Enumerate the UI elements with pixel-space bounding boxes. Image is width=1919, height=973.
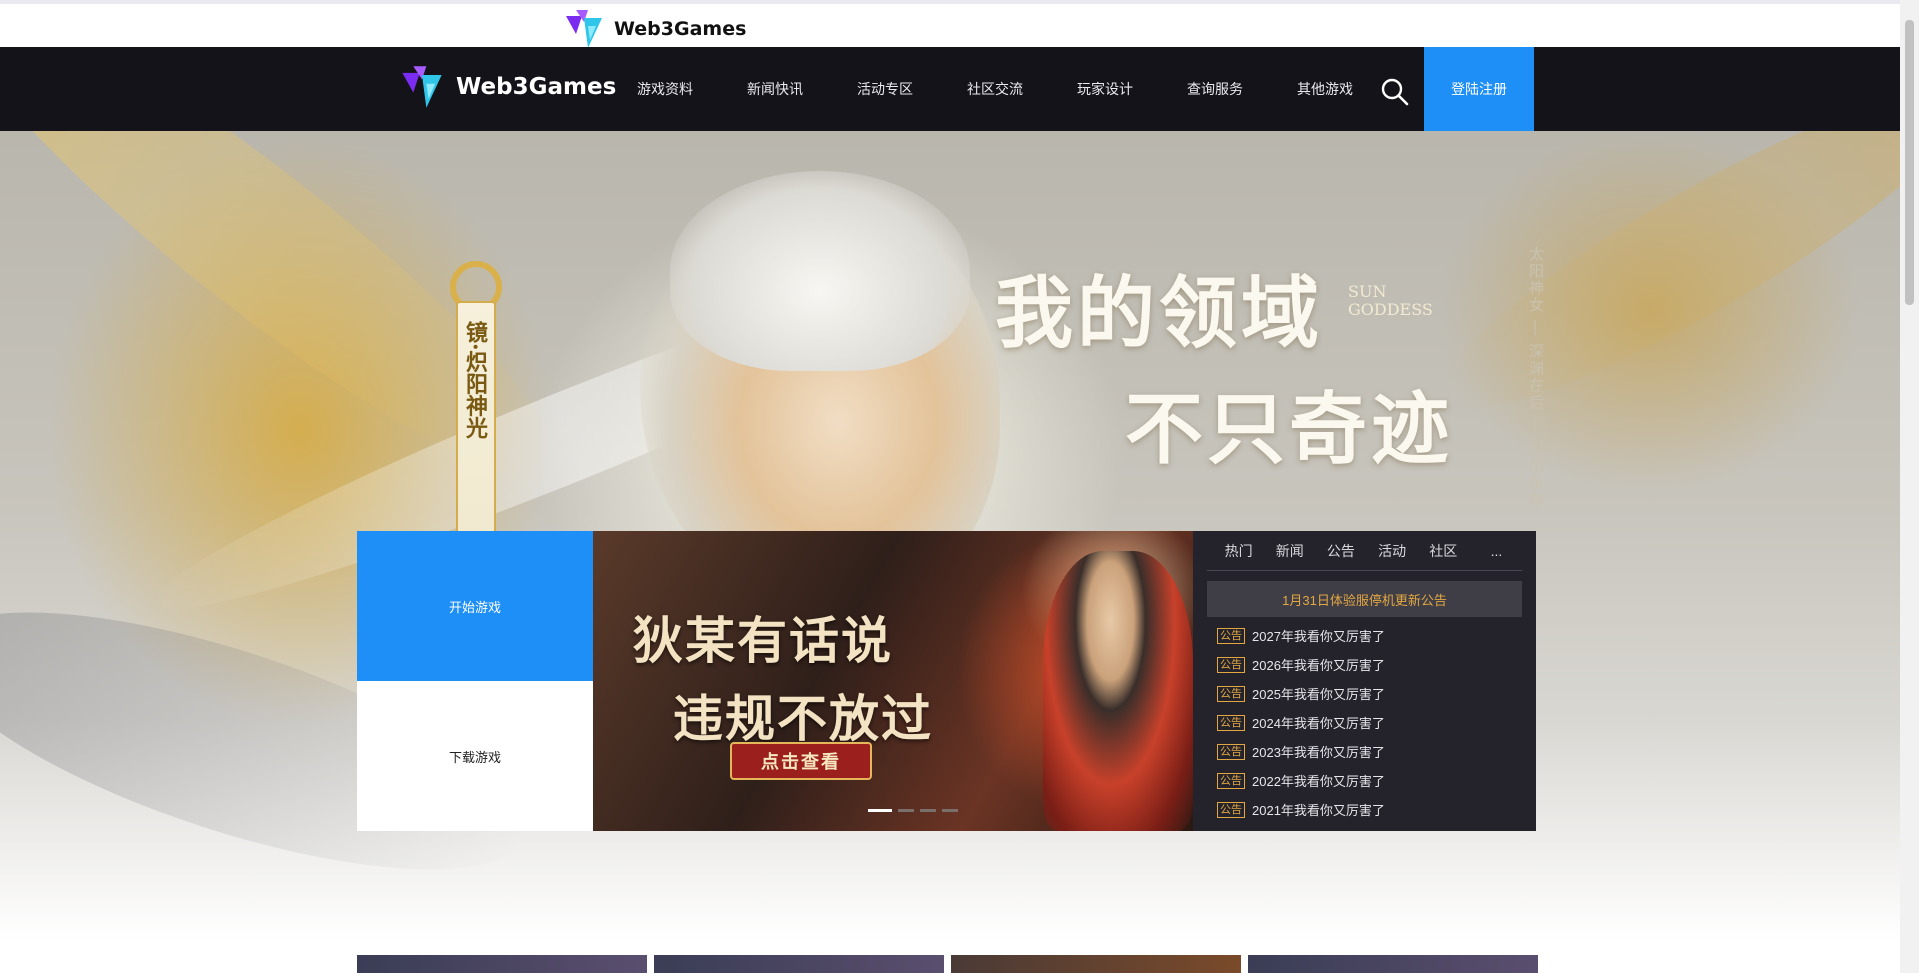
sun-goddess-label: SUN GODDESS xyxy=(1348,282,1433,319)
top-brand-name: Web3Games xyxy=(614,18,747,40)
nav-item-community[interactable]: 社区交流 xyxy=(940,79,1050,99)
nav-item-other-games[interactable]: 其他游戏 xyxy=(1270,79,1380,99)
hero-slogan-line2: 不只奇迹 xyxy=(1125,384,1454,475)
tab-news[interactable]: 新闻 xyxy=(1264,541,1315,561)
news-headline[interactable]: 1月31日体验服停机更新公告 xyxy=(1207,581,1522,617)
announcement-badge: 公告 xyxy=(1217,627,1245,644)
main-navbar: Web3Games 游戏资料 新闻快讯 活动专区 社区交流 玩家设计 查询服务 … xyxy=(0,47,1900,131)
top-brand[interactable]: Web3Games xyxy=(562,8,746,50)
carousel-dot[interactable] xyxy=(920,809,936,812)
news-item[interactable]: 公告 2022年我看你又厉害了 xyxy=(1207,766,1522,795)
hero-light-streak xyxy=(1410,131,1900,453)
scrollbar-thumb[interactable] xyxy=(1905,20,1914,305)
carousel-title-line1: 狄某有话说 xyxy=(633,611,893,670)
announcement-badge: 公告 xyxy=(1217,685,1245,702)
page-scrollbar[interactable] xyxy=(1900,0,1919,973)
tab-events[interactable]: 活动 xyxy=(1367,541,1418,561)
announcement-badge: 公告 xyxy=(1217,772,1245,789)
carousel-view-button[interactable]: 点击查看 xyxy=(730,742,872,780)
game-thumbnail[interactable] xyxy=(654,955,944,973)
news-list: 公告 2027年我看你又厉害了 公告 2026年我看你又厉害了 公告 2025年我看你… xyxy=(1207,621,1522,824)
web3games-logo-icon xyxy=(562,8,606,50)
nav-brand-name: Web3Games xyxy=(456,74,617,100)
carousel-indicators xyxy=(868,809,958,812)
carousel-character-art xyxy=(1043,551,1193,831)
game-thumbnails xyxy=(357,955,1538,973)
carousel-dot[interactable] xyxy=(942,809,958,812)
promo-carousel[interactable]: 狄某有话说 违规不放过 点击查看 xyxy=(593,531,1193,831)
news-item[interactable]: 公告 2023年我看你又厉害了 xyxy=(1207,737,1522,766)
news-panel: 热门 新闻 公告 活动 社区 ... 1月31日体验服停机更新公告 公告 2027… xyxy=(1193,531,1536,831)
tab-announcements[interactable]: 公告 xyxy=(1315,541,1366,561)
hero-side-text: 太阳神女 — 深渊在后 — 光明永存 xyxy=(1527,246,1544,509)
news-item-title: 2023年我看你又厉害了 xyxy=(1252,745,1385,760)
carousel-dot[interactable] xyxy=(868,809,892,812)
tab-hot[interactable]: 热门 xyxy=(1213,541,1264,561)
download-game-button[interactable]: 下载游戏 xyxy=(357,681,593,831)
announcement-badge: 公告 xyxy=(1217,801,1245,818)
nav-item-news[interactable]: 新闻快讯 xyxy=(720,79,830,99)
news-item-title: 2022年我看你又厉害了 xyxy=(1252,774,1385,789)
game-thumbnail[interactable] xyxy=(1248,955,1538,973)
announcement-badge: 公告 xyxy=(1217,656,1245,673)
news-item[interactable]: 公告 2027年我看你又厉害了 xyxy=(1207,621,1522,650)
carousel-dot[interactable] xyxy=(898,809,914,812)
skin-title: 镜·炽阳神光 xyxy=(462,321,488,439)
login-register-button[interactable]: 登陆注册 xyxy=(1424,47,1534,131)
nav-menu: 游戏资料 新闻快讯 活动专区 社区交流 玩家设计 查询服务 其他游戏 xyxy=(610,47,1380,131)
news-tabs: 热门 新闻 公告 活动 社区 ... xyxy=(1207,531,1522,571)
announcement-badge: 公告 xyxy=(1217,714,1245,731)
news-item-title: 2024年我看你又厉害了 xyxy=(1252,716,1385,731)
announcement-badge: 公告 xyxy=(1217,743,1245,760)
tab-more[interactable]: ... xyxy=(1471,543,1522,559)
start-game-button[interactable]: 开始游戏 xyxy=(357,531,593,681)
news-item[interactable]: 公告 2025年我看你又厉害了 xyxy=(1207,679,1522,708)
carousel-title-line2: 违规不放过 xyxy=(673,689,933,748)
search-icon[interactable] xyxy=(1380,77,1410,107)
news-item-title: 2025年我看你又厉害了 xyxy=(1252,687,1385,702)
game-thumbnail[interactable] xyxy=(357,955,647,973)
web3games-logo-icon xyxy=(398,63,446,111)
nav-item-player-design[interactable]: 玩家设计 xyxy=(1050,79,1160,99)
game-actions-panel: 开始游戏 下载游戏 xyxy=(357,531,593,831)
hero-character-hair xyxy=(670,171,970,371)
news-item[interactable]: 公告 2026年我看你又厉害了 xyxy=(1207,650,1522,679)
news-item-title: 2027年我看你又厉害了 xyxy=(1252,629,1385,644)
nav-brand[interactable]: Web3Games xyxy=(398,63,616,111)
nav-item-events[interactable]: 活动专区 xyxy=(830,79,940,99)
tab-community[interactable]: 社区 xyxy=(1418,541,1469,561)
top-brand-strip: Web3Games xyxy=(0,0,1900,50)
nav-item-game-info[interactable]: 游戏资料 xyxy=(610,79,720,99)
news-item[interactable]: 公告 2024年我看你又厉害了 xyxy=(1207,708,1522,737)
game-thumbnail[interactable] xyxy=(951,955,1241,973)
news-item[interactable]: 公告 2021年我看你又厉害了 xyxy=(1207,795,1522,824)
news-item-title: 2021年我看你又厉害了 xyxy=(1252,803,1385,818)
nav-item-query-service[interactable]: 查询服务 xyxy=(1160,79,1270,99)
news-item-title: 2026年我看你又厉害了 xyxy=(1252,658,1385,673)
